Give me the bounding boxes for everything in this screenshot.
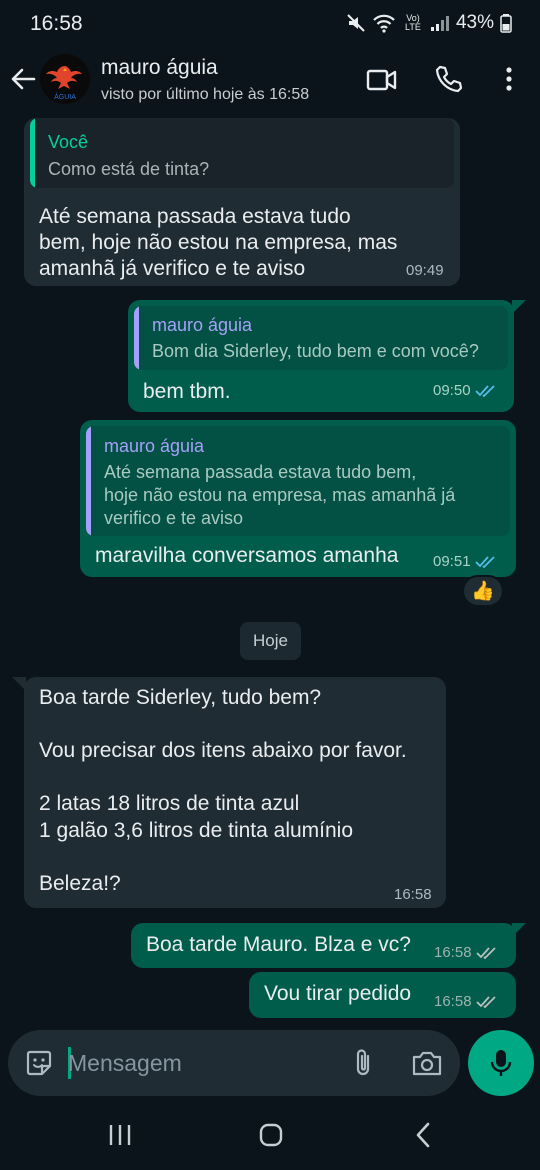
home-icon[interactable] <box>258 1122 284 1148</box>
eagle-logo-icon: ÁGUIA <box>46 66 82 101</box>
reaction-badge[interactable]: 👍 <box>462 575 504 607</box>
message-meta: 09:49 <box>406 262 444 279</box>
battery-percent: 43% <box>455 12 494 33</box>
message-time: 09:51 <box>433 553 471 570</box>
message-text: Boa tarde Siderley, tudo bem? Vou precis… <box>39 686 407 895</box>
quote-author: mauro águia <box>152 315 253 335</box>
message-text: Boa tarde Mauro. Blza e vc? <box>146 933 411 956</box>
message-meta: 16:58 <box>434 944 498 961</box>
wifi-icon <box>373 14 395 33</box>
message-bubble-outgoing[interactable]: Vou tirar pedido 16:58 <box>249 972 516 1018</box>
recent-apps-icon[interactable] <box>107 1122 133 1148</box>
back-arrow-icon[interactable] <box>8 64 38 94</box>
message-meta: 16:58 <box>394 886 432 903</box>
delivered-receipt-icon <box>475 946 496 959</box>
message-meta: 09:51 <box>433 553 497 570</box>
bubble-tail <box>512 300 526 314</box>
status-time: 16:58 <box>30 12 83 35</box>
camera-icon[interactable] <box>410 1048 444 1078</box>
message-time: 09:50 <box>433 382 471 399</box>
message-bubble-outgoing[interactable]: mauro águia Até semana passada estava tu… <box>80 420 516 577</box>
sticker-icon[interactable] <box>24 1048 54 1078</box>
phone-icon[interactable] <box>434 64 464 94</box>
chat-header: ÁGUIA mauro águia visto por último hoje … <box>0 50 540 110</box>
read-receipt-icon <box>474 555 495 568</box>
message-bubble-incoming[interactable]: Boa tarde Siderley, tudo bem? Vou precis… <box>24 677 446 908</box>
quote-author: Você <box>48 132 89 152</box>
message-time: 16:58 <box>434 944 472 961</box>
status-icons: Vo) LTE 43% <box>346 12 512 34</box>
bubble-tail <box>512 923 526 937</box>
system-nav-bar <box>0 1100 540 1170</box>
message-text: maravilha conversamos amanha <box>95 544 399 567</box>
mic-button[interactable] <box>468 1030 534 1096</box>
delivered-receipt-icon <box>475 995 496 1008</box>
message-input[interactable] <box>68 1046 328 1080</box>
message-bubble-outgoing[interactable]: mauro águia Bom dia Siderley, tudo bem e… <box>128 300 514 412</box>
message-meta: 16:58 <box>434 993 498 1010</box>
quote-text: Bom dia Siderley, tudo bem e com você? <box>152 341 479 361</box>
message-time: 16:58 <box>434 993 472 1010</box>
quoted-message[interactable]: mauro águia Bom dia Siderley, tudo bem e… <box>134 306 508 370</box>
message-text: Até semana passada estava tudo bem, hoje… <box>39 205 398 280</box>
message-meta: 09:50 <box>433 382 497 399</box>
message-time: 09:49 <box>406 262 444 279</box>
more-vert-icon[interactable] <box>498 64 520 94</box>
quoted-message[interactable]: mauro águia Até semana passada estava tu… <box>86 426 510 536</box>
battery-icon <box>500 14 512 33</box>
message-time: 16:58 <box>394 886 432 903</box>
avatar-text: ÁGUIA <box>54 92 76 101</box>
attach-icon[interactable] <box>348 1047 378 1079</box>
last-seen: visto por último hoje às 16:58 <box>101 86 310 103</box>
quote-author: mauro águia <box>104 436 205 456</box>
message-text: Vou tirar pedido <box>264 982 412 1005</box>
message-text: bem tbm. <box>143 380 231 403</box>
mic-icon <box>490 1050 512 1076</box>
quoted-message[interactable]: Você Como está de tinta? <box>30 118 454 188</box>
signal-icon <box>430 16 449 31</box>
quote-text: Como está de tinta? <box>48 159 210 179</box>
avatar[interactable]: ÁGUIA <box>40 54 90 104</box>
quote-text: Até semana passada estava tudo bem, hoje… <box>104 462 456 528</box>
contact-name[interactable]: mauro águia <box>101 56 218 80</box>
nav-back-icon[interactable] <box>412 1120 434 1150</box>
date-divider: Hoje <box>240 622 301 660</box>
status-bar: 16:58 Vo) LTE 43% <box>0 0 540 50</box>
chat-area[interactable]: Você Como está de tinta? Até semana pass… <box>0 110 540 1020</box>
mute-icon <box>347 14 365 32</box>
network-type: Vo) LTE <box>405 13 421 32</box>
message-bubble-outgoing[interactable]: Boa tarde Mauro. Blza e vc? 16:58 <box>131 923 516 968</box>
message-composer <box>8 1030 460 1096</box>
video-call-icon[interactable] <box>366 66 398 94</box>
message-bubble-incoming[interactable]: Você Como está de tinta? Até semana pass… <box>24 118 460 286</box>
read-receipt-icon <box>474 384 495 397</box>
